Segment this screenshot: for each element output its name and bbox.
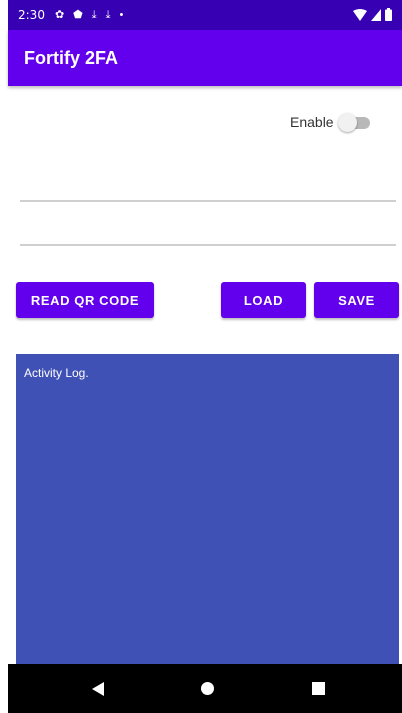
app-bar: Fortify 2FA <box>8 30 402 86</box>
navigation-bar <box>8 664 402 713</box>
signal-icon <box>371 8 381 21</box>
settings-icon: ✿ <box>54 8 65 21</box>
wifi-icon <box>353 8 367 21</box>
activity-log-text: Activity Log. <box>24 366 89 380</box>
text-field-1[interactable] <box>20 172 396 202</box>
activity-log: Activity Log. <box>16 354 399 664</box>
save-button[interactable]: SAVE <box>314 282 399 318</box>
read-qr-code-button[interactable]: READ QR CODE <box>16 282 154 318</box>
status-right-icons <box>353 8 392 21</box>
main-content: Enable READ QR CODE LOAD SAVE Activity L… <box>0 86 402 664</box>
text-field-2[interactable] <box>20 216 396 246</box>
download-icon: ⤓ <box>105 8 111 21</box>
enable-label: Enable <box>290 114 334 130</box>
home-icon[interactable] <box>201 682 214 695</box>
enable-toggle-row[interactable]: Enable <box>290 112 372 132</box>
dot-icon: • <box>119 8 124 21</box>
shield-icon: ⬟ <box>73 8 83 21</box>
text-input-2[interactable] <box>20 216 396 244</box>
text-input-1[interactable] <box>20 172 396 200</box>
download-icon: ⤓ <box>91 8 97 21</box>
recents-icon[interactable] <box>312 682 325 695</box>
load-button[interactable]: LOAD <box>221 282 306 318</box>
app-title: Fortify 2FA <box>24 47 119 68</box>
enable-switch[interactable] <box>337 112 372 132</box>
status-time: 2:30 <box>18 8 45 22</box>
status-bar: 2:30 ✿ ⬟ ⤓ ⤓ • <box>8 0 402 30</box>
switch-thumb <box>337 113 357 132</box>
back-icon[interactable] <box>92 682 104 696</box>
battery-icon <box>385 8 392 21</box>
